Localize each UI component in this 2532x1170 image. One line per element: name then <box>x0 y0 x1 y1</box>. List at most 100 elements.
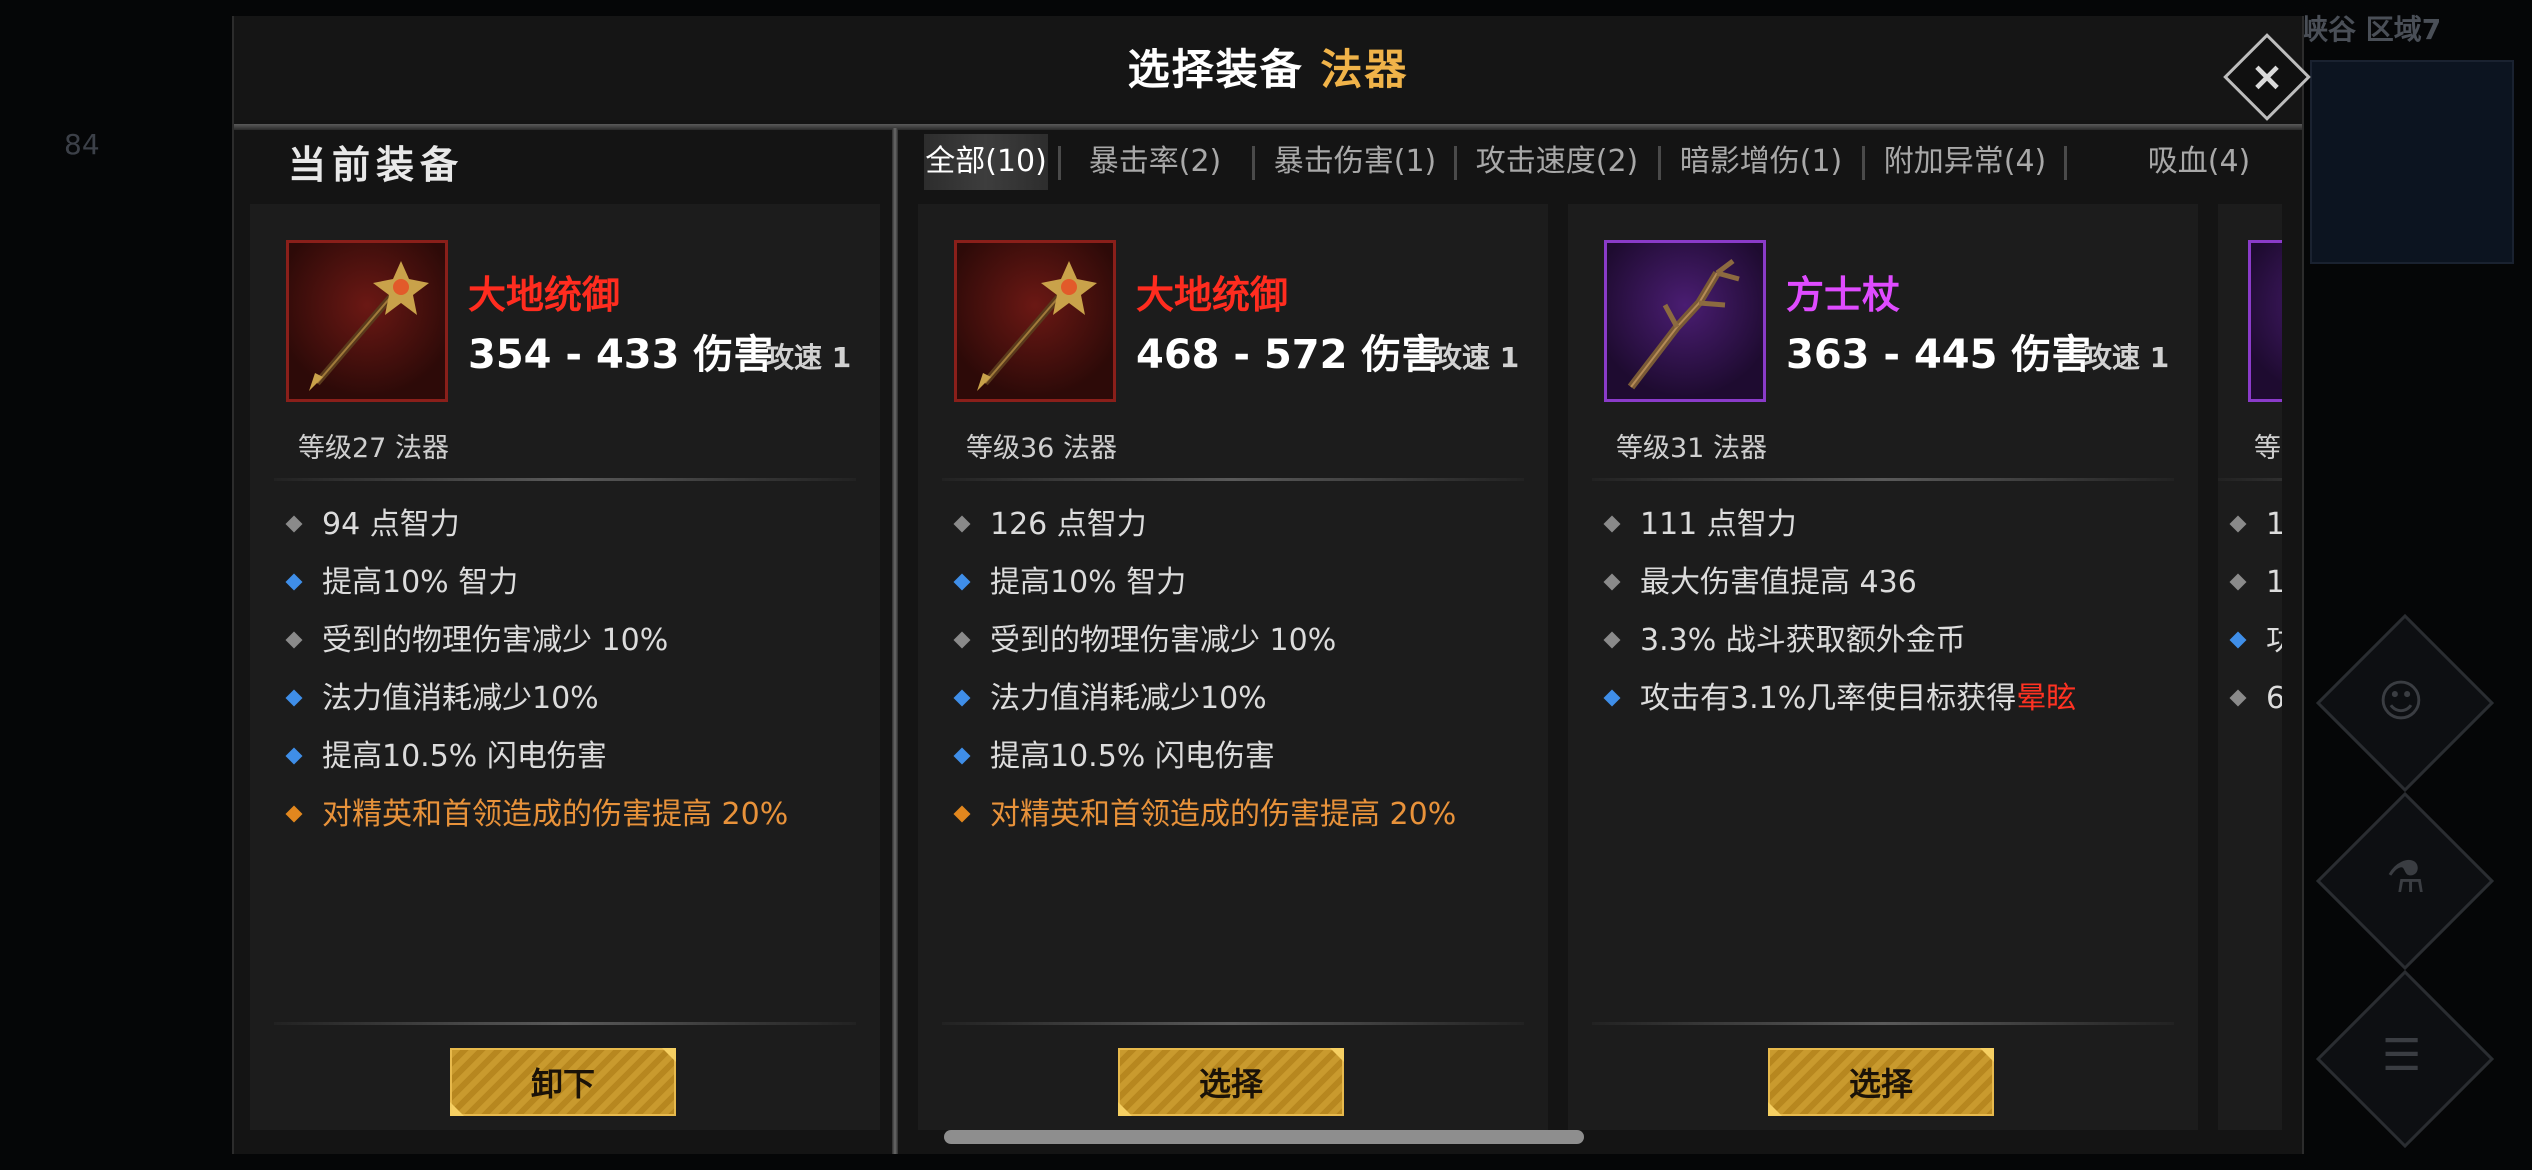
stat-line: 对精英和首领造成的伤害提高 20% <box>942 786 1524 844</box>
bullet-icon <box>953 573 971 590</box>
bullet-icon <box>1603 573 1621 590</box>
minimap <box>2310 60 2514 264</box>
social-icon: ☺ <box>2378 676 2424 727</box>
bullet-icon <box>285 573 303 590</box>
tab-extra-ailment[interactable]: 附加异常(4) <box>1868 134 2062 190</box>
item-level: 等级27 法器 <box>298 433 449 464</box>
item-level: 等级31 法器 <box>1616 433 1767 464</box>
stat-text: 受到的物理伤害减少 10% <box>990 623 1337 658</box>
stat-line: 受到的物理伤害减少 10% <box>274 612 856 670</box>
dialog-title-bar: 选择装备 法器 × <box>234 16 2311 121</box>
stat-text: 对精英和首领造成的伤害提高 20% <box>990 797 1457 832</box>
dialog-title-prefix: 选择装备 <box>1127 45 1304 94</box>
card-divider <box>2218 478 2282 481</box>
stat-line: 126 点智力 <box>942 496 1524 554</box>
item-name: 大地统御 <box>1136 273 1289 317</box>
stat-line: 提高10% 智力 <box>274 554 856 612</box>
stat-text: 126 点智力 <box>990 507 1147 542</box>
stat-line: 1 <box>2218 496 2282 554</box>
item-attack-speed: 攻速 1 <box>1434 341 1520 374</box>
background-number: 84 <box>64 128 100 161</box>
potion-icon: ⚗ <box>2386 852 2426 903</box>
card-divider <box>942 1022 1524 1025</box>
item-damage: 354 - 433 伤害 <box>468 332 774 378</box>
bullet-icon <box>953 515 971 532</box>
equipped-item-card: 大地统御 354 - 433 伤害 攻速 1 等级27 法器 94 点智力 提高… <box>250 204 880 1130</box>
tab-separator <box>1862 146 1865 180</box>
stat-text: 最大伤害值提高 436 <box>1640 565 1917 600</box>
filter-tabs: 全部(10) 暴击率(2) 暴击伤害(1) 攻击速度(2) 暗影增伤(1) 附加… <box>924 134 2280 190</box>
stat-line: 对精英和首领造成的伤害提高 20% <box>274 786 856 844</box>
tab-all[interactable]: 全部(10) <box>924 134 1048 190</box>
horizontal-scrollbar[interactable] <box>944 1130 1584 1144</box>
stat-line: 3.3% 战斗获取额外金币 <box>1592 612 2174 670</box>
tab-separator <box>1454 146 1457 180</box>
stat-text: 94 点智力 <box>322 507 460 542</box>
bullet-icon <box>1603 515 1621 532</box>
stat-text: 111 点智力 <box>1640 507 1797 542</box>
stat-line: 最大伤害值提高 436 <box>1592 554 2174 612</box>
stat-line: 受到的物理伤害减少 10% <box>942 612 1524 670</box>
bullet-icon <box>285 631 303 648</box>
stat-line: 6 <box>2218 670 2282 728</box>
tab-attack-speed[interactable]: 攻击速度(2) <box>1460 134 1654 190</box>
section-divider <box>892 128 898 1154</box>
card-divider <box>274 1022 856 1025</box>
stat-line: 提高10% 智力 <box>942 554 1524 612</box>
tab-shadow-damage[interactable]: 暗影增伤(1) <box>1664 134 1858 190</box>
card-divider <box>274 478 856 481</box>
unequip-button[interactable]: 卸下 <box>450 1048 676 1116</box>
bullet-icon <box>953 747 971 764</box>
button-corner <box>1330 1048 1344 1062</box>
stat-line: 1 <box>2218 554 2282 612</box>
item-card[interactable]: 大地统御 468 - 572 伤害 攻速 1 等级36 法器 126 点智力 提… <box>918 204 1548 1130</box>
bullet-icon <box>285 805 303 822</box>
menu-icon: ☰ <box>2382 1030 2422 1081</box>
button-label: 选择 <box>1848 1065 1913 1103</box>
stat-text: 功 <box>2266 623 2282 658</box>
select-button[interactable]: 选择 <box>1118 1048 1344 1116</box>
bullet-icon <box>2229 631 2247 648</box>
select-button[interactable]: 选择 <box>1768 1048 1994 1116</box>
wooden-staff-icon <box>1604 240 1766 402</box>
tab-lifesteal[interactable]: 吸血(4) <box>2104 134 2280 190</box>
bullet-icon <box>2229 573 2247 590</box>
stat-text: 提高10.5% 闪电伤害 <box>990 739 1275 774</box>
tab-crit-damage[interactable]: 暴击伤害(1) <box>1258 134 1452 190</box>
stat-text: 法力值消耗减少10% <box>990 681 1267 716</box>
dialog-title-category: 法器 <box>1320 45 1409 94</box>
item-icon-partial <box>2248 240 2282 402</box>
item-card-partial[interactable]: 等 1 1 功 6 <box>2218 204 2282 1130</box>
current-equipment-label: 当前装备 <box>288 143 465 187</box>
bullet-icon <box>285 747 303 764</box>
stat-list-partial: 1 1 功 6 <box>2218 496 2282 728</box>
stat-list: 94 点智力 提高10% 智力 受到的物理伤害减少 10% 法力值消耗减少10%… <box>274 496 856 844</box>
staff-icon <box>286 240 448 402</box>
item-card[interactable]: 方士杖 363 - 445 伤害 攻速 1 等级31 法器 111 点智力 最大… <box>1568 204 2198 1130</box>
stat-line: 功 <box>2218 612 2282 670</box>
item-damage: 468 - 572 伤害 <box>1136 332 1442 378</box>
button-corner <box>1768 1102 1782 1116</box>
card-divider <box>1592 478 2174 481</box>
stat-highlight: 晕眩 <box>2016 681 2077 716</box>
bullet-icon <box>1603 689 1621 706</box>
stat-text: 受到的物理伤害减少 10% <box>322 623 669 658</box>
stat-text: 1 <box>2266 565 2282 600</box>
item-attack-speed: 攻速 1 <box>766 341 852 374</box>
bullet-icon <box>1603 631 1621 648</box>
tab-separator <box>2064 146 2067 180</box>
stat-line: 94 点智力 <box>274 496 856 554</box>
bullet-icon <box>285 689 303 706</box>
region-label: 峡谷 区域7 <box>2300 13 2442 46</box>
stat-text: 法力值消耗减少10% <box>322 681 599 716</box>
tab-crit-rate[interactable]: 暴击率(2) <box>1064 134 1246 190</box>
stat-text: 攻击有3.1%几率使目标获得 <box>1640 681 2017 716</box>
item-damage: 363 - 445 伤害 <box>1786 332 2092 378</box>
bullet-icon <box>285 515 303 532</box>
card-divider <box>1592 1022 2174 1025</box>
stat-text: 1 <box>2266 507 2282 542</box>
item-name: 大地统御 <box>468 273 621 317</box>
button-corner <box>1118 1102 1132 1116</box>
close-icon: × <box>2250 54 2284 100</box>
stat-text: 提高10.5% 闪电伤害 <box>322 739 607 774</box>
